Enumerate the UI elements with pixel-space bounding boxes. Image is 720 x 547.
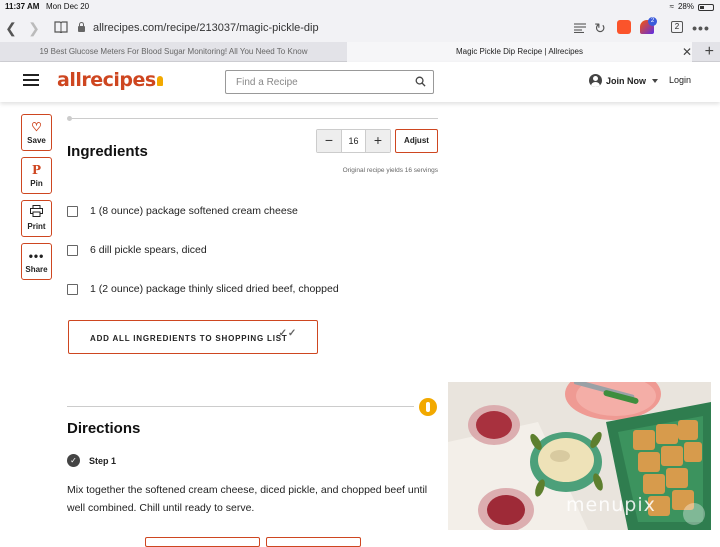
- rewards-badge: 2: [648, 17, 657, 26]
- shopping-button-label: ADD ALL INGREDIENTS TO SHOPPING LIST: [90, 334, 288, 343]
- step-label: Step 1: [89, 456, 117, 466]
- user-icon: [589, 74, 602, 87]
- ingredient-checkbox[interactable]: [67, 205, 78, 217]
- pin-label: Pin: [30, 179, 43, 188]
- brave-shield-icon[interactable]: [617, 20, 631, 34]
- print-icon: [22, 205, 51, 222]
- tab-strip: 19 Best Glucose Meters For Blood Sugar M…: [0, 42, 720, 62]
- share-button[interactable]: ••• Share: [21, 243, 52, 280]
- chef-badge-icon: [419, 398, 437, 416]
- pin-button[interactable]: P Pin: [21, 157, 52, 194]
- directions-heading: Directions: [67, 420, 141, 437]
- pinterest-icon: P: [31, 163, 42, 177]
- partial-button[interactable]: [266, 537, 361, 547]
- double-check-icon: ✓✓: [278, 328, 297, 339]
- join-label: Join Now: [606, 75, 646, 86]
- ingredient-text: 1 (2 ounce) package thinly sliced dried …: [90, 283, 339, 295]
- new-tab-icon[interactable]: +: [705, 42, 714, 62]
- site-header: allrecipes Join Now Login: [0, 62, 720, 102]
- section-divider: [72, 118, 438, 119]
- search-input[interactable]: [226, 71, 406, 93]
- heart-icon: ♡: [31, 120, 42, 134]
- close-tab-icon[interactable]: ✕: [682, 42, 692, 62]
- chef-hat-icon: [156, 76, 163, 86]
- tab-title: 19 Best Glucose Meters For Blood Sugar M…: [39, 47, 308, 56]
- caret-down-icon: [652, 78, 658, 83]
- forward-icon[interactable]: ❯: [27, 18, 41, 38]
- ingredient-checkbox[interactable]: [67, 244, 78, 256]
- reader-icon[interactable]: [572, 18, 588, 38]
- status-bar: 11:37 AM Mon Dec 20 ≈ 28%: [0, 0, 720, 14]
- battery-percent: 28%: [677, 2, 694, 11]
- step-check-icon[interactable]: ✓: [67, 454, 80, 467]
- wifi-icon: ≈: [669, 2, 674, 11]
- browser-toolbar: ❮ ❯ allrecipes.com/recipe/213037/magic-p…: [0, 14, 720, 42]
- search-icon[interactable]: [415, 76, 426, 87]
- save-label: Save: [27, 136, 46, 145]
- decrease-servings-button[interactable]: −: [317, 130, 341, 152]
- watermark: menupix: [566, 494, 656, 516]
- join-now-button[interactable]: Join Now: [589, 74, 658, 87]
- tab-title: Magic Pickle Dip Recipe | Allrecipes: [455, 47, 583, 56]
- save-button[interactable]: ♡ Save: [21, 114, 52, 151]
- reload-icon[interactable]: ↻: [592, 18, 608, 38]
- print-button[interactable]: Print: [21, 200, 52, 237]
- step-text: Mix together the softened cream cheese, …: [67, 484, 428, 514]
- ingredient-item[interactable]: 1 (8 ounce) package softened cream chees…: [67, 205, 298, 217]
- more-menu-icon[interactable]: •••: [692, 18, 710, 38]
- share-label: Share: [25, 265, 48, 274]
- lock-icon: [78, 22, 85, 32]
- print-label: Print: [27, 222, 46, 231]
- login-link[interactable]: Login: [669, 75, 691, 85]
- address-bar[interactable]: allrecipes.com/recipe/213037/magic-pickl…: [78, 19, 564, 37]
- directions-divider: [67, 406, 414, 407]
- logo-text: allrecipes: [57, 69, 156, 91]
- partial-button[interactable]: [145, 537, 260, 547]
- status-time: 11:37 AM: [5, 2, 40, 11]
- tab-count-button[interactable]: 2: [671, 21, 683, 33]
- ingredients-heading: Ingredients: [67, 143, 148, 160]
- back-icon[interactable]: ❮: [4, 18, 18, 38]
- more-icon: •••: [28, 249, 45, 263]
- recipe-photo[interactable]: menupix: [448, 382, 711, 530]
- allrecipes-logo[interactable]: allrecipes: [57, 69, 163, 91]
- ingredient-text: 1 (8 ounce) package softened cream chees…: [90, 205, 298, 217]
- bookmarks-icon[interactable]: [52, 18, 70, 38]
- tab-glucose[interactable]: 19 Best Glucose Meters For Blood Sugar M…: [0, 42, 347, 62]
- battery-icon: [698, 3, 714, 11]
- ingredient-checkbox[interactable]: [67, 283, 78, 295]
- status-right: ≈ 28%: [670, 0, 714, 14]
- ingredient-item[interactable]: 1 (2 ounce) package thinly sliced dried …: [67, 283, 339, 295]
- ingredient-item[interactable]: 6 dill pickle spears, diced: [67, 244, 207, 256]
- servings-value[interactable]: 16: [341, 130, 366, 152]
- status-date: Mon Dec 20: [46, 2, 90, 11]
- tab-pickle-dip[interactable]: Magic Pickle Dip Recipe | Allrecipes: [347, 42, 692, 62]
- add-to-shopping-list-button[interactable]: ADD ALL INGREDIENTS TO SHOPPING LIST ✓✓: [68, 320, 318, 354]
- search-box[interactable]: [225, 70, 434, 94]
- servings-stepper: − 16 +: [316, 129, 391, 153]
- brave-rewards-icon[interactable]: 2: [640, 17, 657, 34]
- hamburger-menu-icon[interactable]: [23, 74, 39, 86]
- adjust-button[interactable]: Adjust: [395, 129, 438, 153]
- ingredient-text: 6 dill pickle spears, diced: [90, 244, 207, 256]
- increase-servings-button[interactable]: +: [366, 130, 390, 152]
- yield-note: Original recipe yields 16 servings: [342, 167, 438, 174]
- url-text: allrecipes.com/recipe/213037/magic-pickl…: [93, 22, 319, 34]
